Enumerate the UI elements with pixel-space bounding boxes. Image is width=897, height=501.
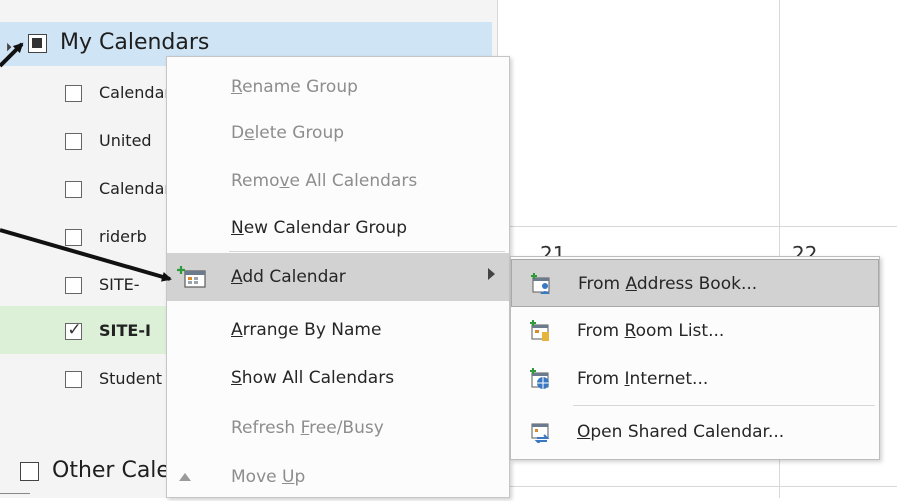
annotation-arrows xyxy=(0,42,172,282)
annotation-arrow xyxy=(0,228,172,282)
annotation-arrow xyxy=(0,42,24,68)
